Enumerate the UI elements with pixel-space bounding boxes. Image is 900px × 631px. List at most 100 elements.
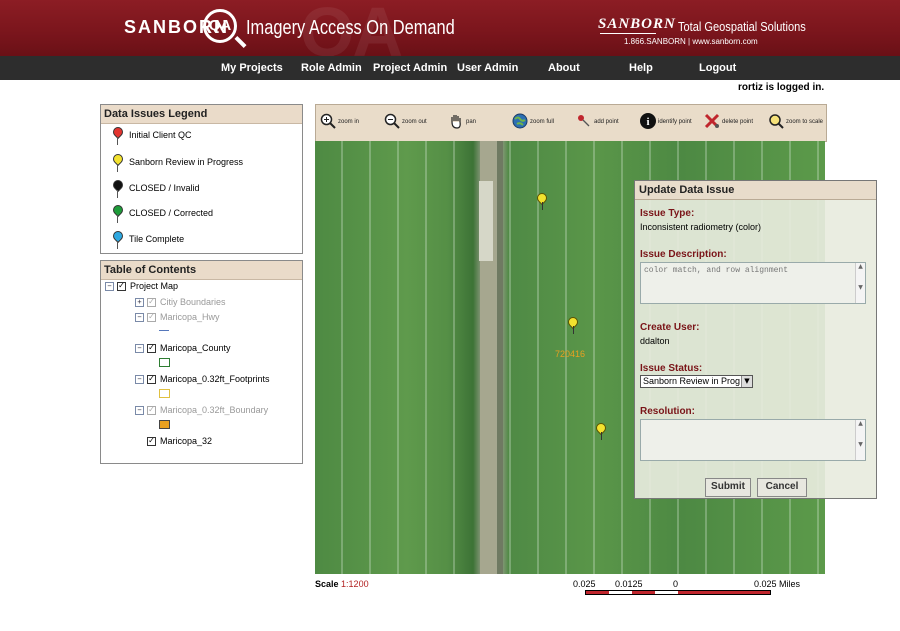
scalebar-label: 0.025 (573, 579, 596, 589)
footprints-polygon-symbol (159, 389, 170, 398)
green-pin-icon (110, 202, 126, 218)
scalebar-label: 0.025 Miles (754, 579, 801, 589)
nav-project-admin[interactable]: Project Admin (373, 62, 447, 74)
textarea-scrollbar[interactable]: ▲ ▼ (855, 263, 865, 303)
submit-button[interactable]: Submit (705, 478, 751, 497)
layer-checkbox[interactable]: ✓ (147, 313, 156, 323)
logo-divider (600, 33, 656, 34)
resolution-label: Resolution: (640, 406, 695, 417)
status-selected: Sanborn Review in Prog (643, 376, 741, 386)
collapse-icon[interactable]: − (135, 344, 144, 354)
delete-point-icon (704, 113, 720, 129)
chevron-down-icon: ▼ (741, 376, 752, 387)
tool-label: zoom out (402, 119, 427, 125)
legend-label: CLOSED / Corrected (129, 208, 214, 218)
info-icon: i (640, 113, 656, 129)
scalebar-label: 0.0125 (615, 579, 643, 589)
pan-hand-icon (451, 115, 461, 129)
blue-pin-icon (110, 228, 126, 244)
scale-segment (609, 591, 632, 594)
textarea-scrollbar[interactable]: ▲ ▼ (855, 420, 865, 460)
toc-item-maricopa-county: − ✓ Maricopa_County (135, 343, 231, 354)
issue-status-select[interactable]: Sanborn Review in Prog ▼ (640, 375, 753, 388)
layer-label: Maricopa_0.32ft_Footprints (160, 374, 270, 384)
main-nav: My Projects Role Admin Project Admin Use… (0, 56, 900, 80)
issue-status-label: Issue Status: (640, 363, 703, 374)
layer-checkbox[interactable]: ✓ (147, 437, 156, 447)
legend-label: Tile Complete (129, 234, 185, 244)
toc-title: Table of Contents (101, 261, 302, 280)
red-pin-icon (110, 124, 126, 140)
toc-item-city-boundaries: + ✓ Citiy Boundaries (135, 297, 226, 308)
scale-segment (678, 591, 770, 594)
sanborn-logo: SANBORN (598, 16, 676, 32)
layer-checkbox[interactable]: ✓ (117, 282, 126, 292)
expand-icon[interactable]: + (135, 298, 144, 308)
scale-segment (655, 591, 678, 594)
collapse-icon[interactable]: − (135, 375, 144, 385)
road-shoulder (497, 141, 503, 574)
zoom-in-icon (320, 113, 336, 129)
legend-panel: Data Issues Legend Initial Client QC San… (100, 104, 303, 254)
legend-label: Sanborn Review in Progress (129, 157, 244, 167)
nav-user-admin[interactable]: User Admin (457, 62, 518, 74)
scale-bar (585, 590, 771, 595)
legend-label: CLOSED / Invalid (129, 183, 200, 193)
update-issue-dialog: Update Data Issue Issue Type: Inconsiste… (634, 180, 877, 499)
scalebar-label: 0 (673, 579, 679, 589)
nav-role-admin[interactable]: Role Admin (301, 62, 362, 74)
layer-checkbox[interactable]: ✓ (147, 344, 156, 354)
layer-label: Citiy Boundaries (160, 297, 226, 307)
nav-logout[interactable]: Logout (699, 62, 736, 74)
layer-label: Project Map (130, 281, 179, 291)
globe-icon (512, 113, 528, 129)
nav-about[interactable]: About (548, 62, 580, 74)
boundary-fill-symbol (159, 420, 170, 429)
tool-label: add point (594, 119, 619, 125)
issue-description-label: Issue Description: (640, 249, 727, 260)
tool-label: zoom to scale (786, 119, 824, 125)
add-point-icon (578, 115, 590, 127)
tool-label: zoom full (530, 119, 555, 125)
tool-label: identify point (658, 119, 692, 125)
issue-type-label: Issue Type: (640, 208, 695, 219)
issue-type-value: Inconsistent radiometry (color) (640, 222, 762, 232)
black-pin-icon (110, 177, 126, 193)
collapse-icon[interactable]: − (135, 406, 144, 416)
scale-segment (586, 591, 609, 594)
collapse-icon[interactable]: − (105, 282, 114, 292)
scale-value: 1:1200 (341, 579, 369, 589)
layer-checkbox[interactable]: ✓ (147, 375, 156, 385)
login-status: rortiz is logged in. (738, 82, 825, 93)
nav-my-projects[interactable]: My Projects (221, 62, 283, 74)
legend-label: Initial Client QC (129, 130, 192, 140)
company-contact: 1.866.SANBORN | www.sanborn.com (624, 37, 758, 46)
yellow-pin-icon (110, 151, 126, 167)
scale-label: Scale (315, 579, 339, 589)
resolution-textarea[interactable]: ▲ ▼ (640, 419, 866, 461)
scale-segment (632, 591, 655, 594)
layer-checkbox[interactable]: ✓ (147, 298, 156, 308)
layer-checkbox[interactable]: ✓ (147, 406, 156, 416)
layer-label: Maricopa_County (160, 343, 231, 353)
road-patch (479, 181, 493, 261)
toc-item-maricopa-hwy: − ✓ Maricopa_Hwy (135, 312, 220, 323)
layer-label: Maricopa_0.32ft_Boundary (160, 405, 269, 415)
tool-label: pan (466, 119, 477, 125)
app-tagline: Imagery Access On Demand (246, 17, 455, 39)
app-header: QA SANBORN QA Imagery Access On Demand S… (0, 0, 900, 71)
nav-help[interactable]: Help (629, 62, 653, 74)
collapse-icon[interactable]: − (135, 313, 144, 323)
dialog-title: Update Data Issue (635, 181, 876, 200)
issue-description-textarea[interactable]: color match, and row alignment ▲ ▼ (640, 262, 866, 304)
tool-label: delete point (722, 119, 754, 125)
cancel-button[interactable]: Cancel (757, 478, 807, 497)
svg-text:i: i (646, 116, 649, 128)
county-polygon-symbol (159, 358, 170, 367)
toc-item-boundary: − ✓ Maricopa_0.32ft_Boundary (135, 405, 269, 416)
magnifier-handle (234, 35, 247, 49)
tile-id-label: 720416 (555, 349, 586, 359)
scale-readout: Scale 1:1200 (315, 579, 369, 589)
zoom-scale-icon (769, 114, 784, 129)
description-text: color match, and row alignment (644, 266, 789, 275)
